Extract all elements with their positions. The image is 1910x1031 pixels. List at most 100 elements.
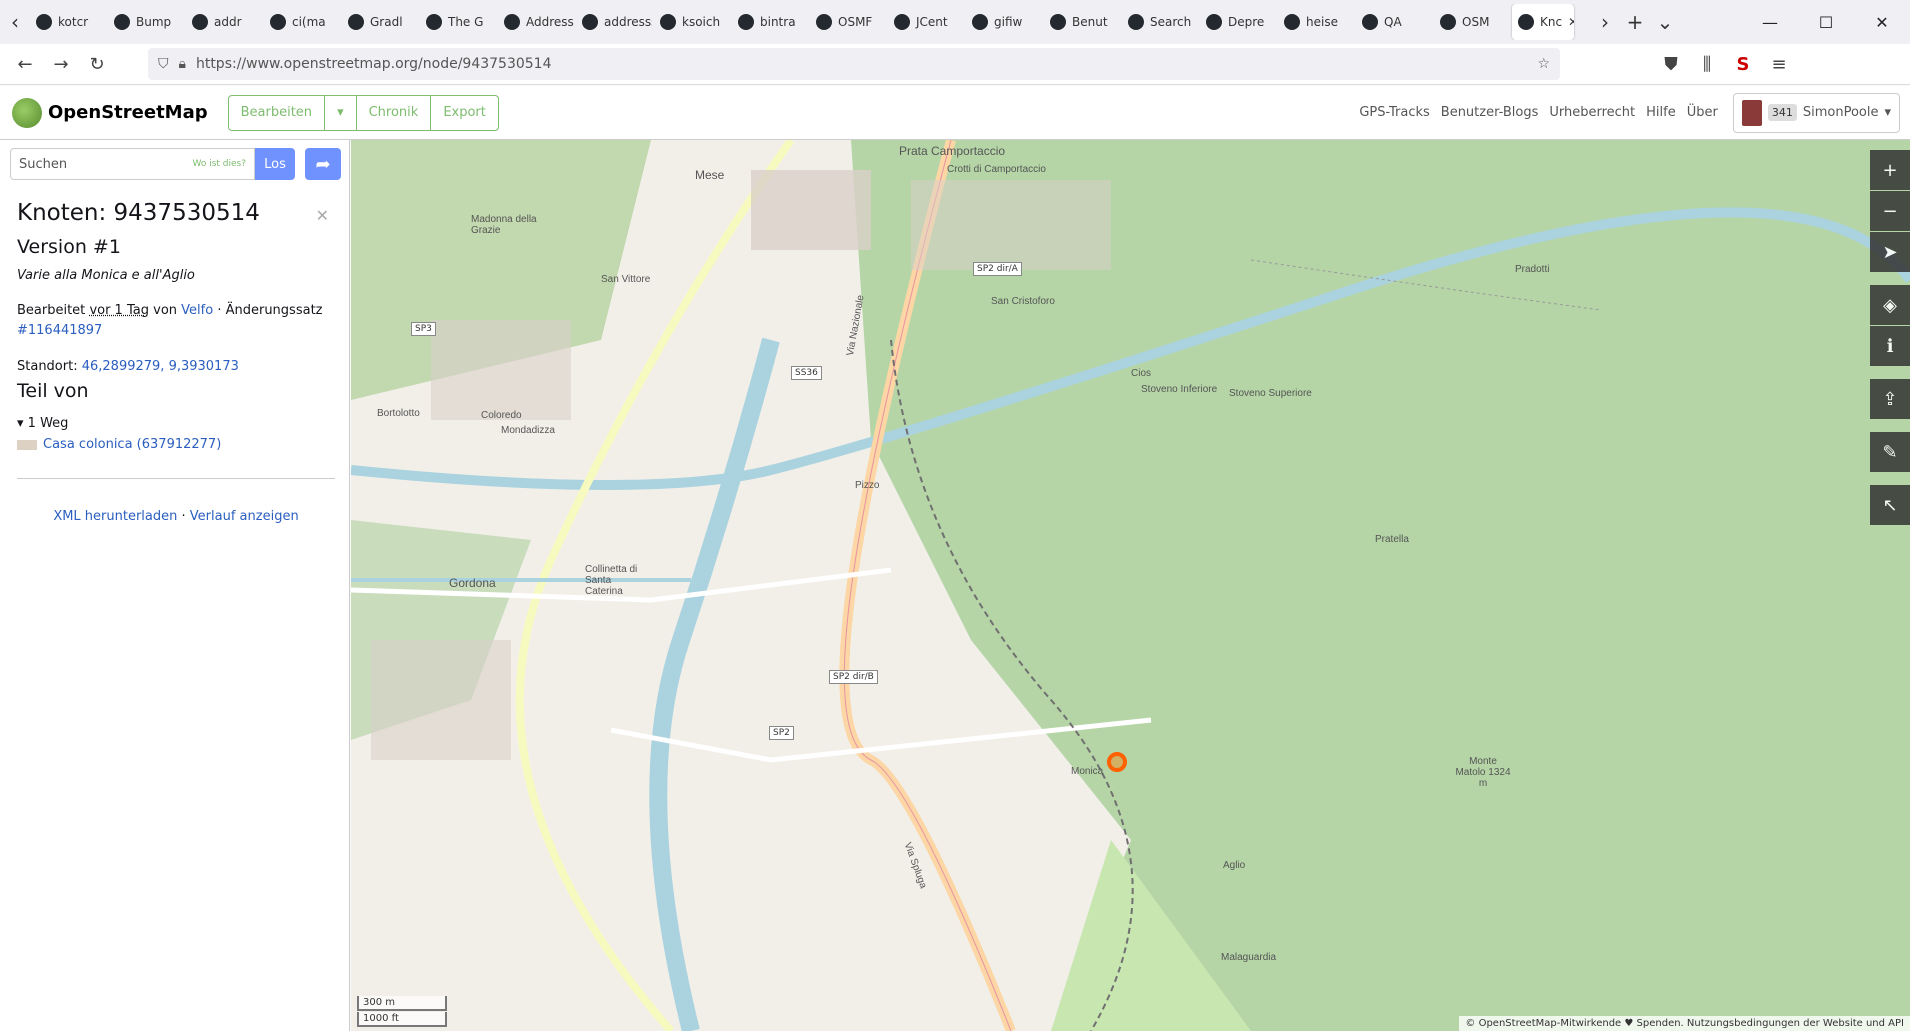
way-link[interactable]: Casa colonica (637912277)	[43, 437, 221, 452]
ways-toggle[interactable]: ▾ 1 Weg	[17, 416, 335, 431]
zoom-in-icon[interactable]: +	[1870, 150, 1910, 190]
scale-bar: 300 m 1000 ft	[357, 995, 447, 1027]
tab-favicon-icon	[114, 14, 130, 30]
username: SimonPoole	[1802, 105, 1879, 120]
pocket-icon[interactable]: ⛊	[1656, 49, 1686, 79]
info-icon[interactable]: ℹ	[1870, 326, 1910, 366]
reload-icon[interactable]: ↻	[82, 49, 112, 79]
browser-tabbar: ‹ kotcr Bump addr ci(ma Gradl The G Address C a…	[0, 0, 1910, 44]
tab-label: Depre	[1228, 15, 1265, 29]
url-bar[interactable]: ⛉ 🔒︎ https://www.openstreetmap.org/node/…	[148, 48, 1560, 80]
way-item[interactable]: Casa colonica (637912277)	[17, 437, 335, 452]
map-label: Crotti di Camportaccio	[947, 164, 1046, 175]
url-text[interactable]: https://www.openstreetmap.org/node/94375…	[196, 56, 1527, 72]
browser-tab[interactable]: OSM	[1434, 4, 1510, 40]
browser-tab[interactable]: addresssta	[576, 4, 652, 40]
note-icon[interactable]: ✎	[1870, 432, 1910, 472]
user-menu[interactable]: 341 SimonPoole ▾	[1732, 92, 1900, 133]
where-is-this-link[interactable]: Wo ist dies?	[192, 159, 246, 169]
browser-tab[interactable]: ksoich	[654, 4, 730, 40]
history-button[interactable]: Chronik	[357, 95, 432, 130]
browser-tab[interactable]: heise	[1278, 4, 1354, 40]
new-tab-icon[interactable]: +	[1620, 0, 1650, 44]
browser-tab[interactable]: Benut	[1044, 4, 1120, 40]
browser-tab[interactable]: Knc ✕	[1512, 4, 1574, 40]
link-user-blogs[interactable]: Benutzer-Blogs	[1441, 105, 1539, 120]
browser-tab[interactable]: addr	[186, 4, 262, 40]
share-icon[interactable]: ⇪	[1870, 379, 1910, 419]
browser-tab[interactable]: QA	[1356, 4, 1432, 40]
tab-label: Bump	[136, 15, 172, 29]
map-label: San Cristoforo	[991, 296, 1055, 307]
browser-tab[interactable]: The G	[420, 4, 496, 40]
zoom-out-icon[interactable]: −	[1870, 191, 1910, 231]
minimize-icon[interactable]: —	[1742, 0, 1798, 44]
osm-logo[interactable]: OpenStreetMap	[12, 97, 208, 128]
map-label: Stoveno Superiore	[1229, 388, 1312, 399]
link-copyright[interactable]: Urheberrecht	[1549, 105, 1635, 120]
browser-tab[interactable]: Bump	[108, 4, 184, 40]
browser-tab[interactable]: bintra	[732, 4, 808, 40]
menu-icon[interactable]: ≡	[1764, 49, 1794, 79]
road-shield: SP2 dir/A	[973, 262, 1022, 276]
edit-button-group: Bearbeiten ▾ Chronik Export	[227, 94, 499, 131]
browser-tab[interactable]: OSMF	[810, 4, 886, 40]
edited-by: von	[153, 303, 178, 318]
editor-link[interactable]: Velfo	[181, 303, 213, 318]
browser-tab[interactable]: Search	[1122, 4, 1198, 40]
library-icon[interactable]: ⫼	[1692, 49, 1722, 79]
history-link[interactable]: Verlauf anzeigen	[190, 509, 299, 524]
map-label: Monte Matolo 1324 m	[1455, 756, 1511, 789]
location-link[interactable]: 46,2899279, 9,3930173	[82, 359, 239, 374]
browser-tab[interactable]: ci(ma	[264, 4, 340, 40]
map-label: Aglio	[1223, 860, 1246, 871]
edit-button[interactable]: Bearbeiten	[229, 95, 326, 130]
node-marker[interactable]	[1107, 752, 1127, 772]
tab-label: The G	[448, 15, 484, 29]
bookmark-star-icon[interactable]: ☆	[1537, 56, 1550, 72]
tab-scroll-left-icon[interactable]: ‹	[0, 0, 30, 44]
edit-dropdown-icon[interactable]: ▾	[325, 95, 357, 130]
map-view[interactable]: Prata Camportaccio Crotti di Camportacci…	[351, 140, 1910, 1031]
tab-favicon-icon	[660, 14, 676, 30]
browser-tab[interactable]: kotcr	[30, 4, 106, 40]
xml-download-link[interactable]: XML herunterladen	[53, 509, 177, 524]
map-label: Collinetta di Santa Caterina	[585, 564, 638, 597]
search-input[interactable]: Suchen Wo ist dies?	[10, 148, 255, 180]
browser-tab[interactable]: Address C	[498, 4, 574, 40]
message-count-badge: 341	[1767, 104, 1797, 121]
locate-icon[interactable]: ➤	[1870, 232, 1910, 272]
tab-list-icon[interactable]: ⌄	[1650, 0, 1680, 44]
road-shield: SP3	[411, 322, 436, 336]
browser-tab[interactable]: JCent	[888, 4, 964, 40]
download-links: XML herunterladen · Verlauf anzeigen	[17, 509, 335, 524]
browser-tab[interactable]: gifiw	[966, 4, 1042, 40]
osm-header: OpenStreetMap Bearbeiten ▾ Chronik Expor…	[0, 86, 1910, 140]
map-controls: + − ➤ ◈ ℹ ⇪ ✎ ↖	[1870, 150, 1910, 525]
tab-scroll-right-icon[interactable]: ›	[1590, 0, 1620, 44]
browser-tab[interactable]: Gradl	[342, 4, 418, 40]
map-label: Bortolotto	[377, 408, 420, 419]
browser-tab[interactable]: Depre	[1200, 4, 1276, 40]
close-window-icon[interactable]: ✕	[1854, 0, 1910, 44]
search-go-button[interactable]: Los	[255, 148, 295, 180]
export-button[interactable]: Export	[431, 96, 498, 130]
directions-icon[interactable]: ➦	[305, 148, 341, 180]
shield-icon[interactable]: ⛉	[158, 56, 169, 72]
tab-label: heise	[1306, 15, 1338, 29]
forward-icon[interactable]: →	[46, 49, 76, 79]
link-gps-tracks[interactable]: GPS-Tracks	[1359, 105, 1429, 120]
changeset-link[interactable]: #116441897	[17, 323, 102, 338]
maximize-icon[interactable]: ☐	[1798, 0, 1854, 44]
sidebar: Suchen Wo ist dies? Los ➦ ✕ Knoten: 9437…	[0, 140, 350, 1031]
tab-favicon-icon	[738, 14, 754, 30]
lock-icon: 🔒︎	[178, 56, 186, 72]
tab-label: OSM	[1462, 15, 1490, 29]
close-tab-icon[interactable]: ✕	[1568, 15, 1574, 29]
query-icon[interactable]: ↖	[1870, 485, 1910, 525]
link-help[interactable]: Hilfe	[1646, 105, 1676, 120]
layers-icon[interactable]: ◈	[1870, 285, 1910, 325]
link-about[interactable]: Über	[1687, 105, 1718, 120]
back-icon[interactable]: ←	[10, 49, 40, 79]
extension-icon[interactable]: S	[1728, 49, 1758, 79]
